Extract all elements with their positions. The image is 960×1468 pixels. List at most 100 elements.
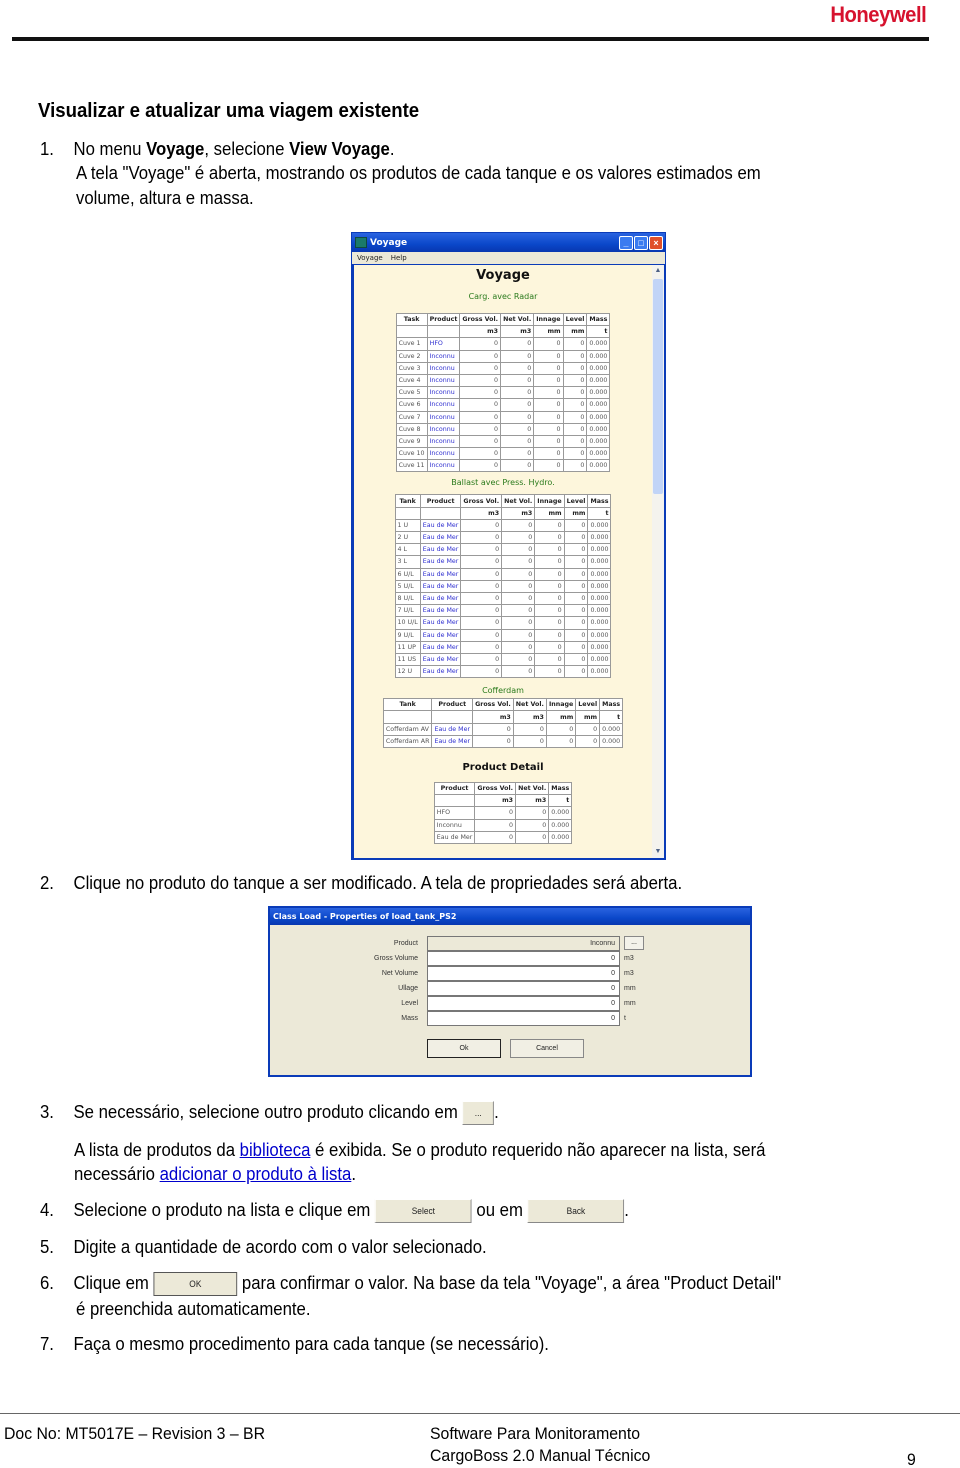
gross-volume-input[interactable]: 0 xyxy=(427,951,620,966)
app-icon xyxy=(355,237,367,248)
column-header: Gross Vol. xyxy=(472,698,514,712)
voyage-window: Voyage _ □ × Voyage Help Voyage Carg. av… xyxy=(351,232,666,860)
table-row: 5 U/L Eau de Mer 0 0 0 0 0.000 xyxy=(394,579,612,593)
value-cell: 0 xyxy=(501,543,536,557)
mass-input[interactable]: 0 xyxy=(427,1011,620,1026)
scroll-thumb[interactable] xyxy=(653,279,663,494)
field-label: Net Volume xyxy=(381,970,418,977)
table-row: 12 U Eau de Mer 0 0 0 0 0.000 xyxy=(394,665,612,679)
column-header: Innage xyxy=(545,698,577,712)
product-link[interactable]: Inconnu xyxy=(426,361,461,375)
maximize-icon[interactable]: □ xyxy=(634,235,648,250)
level-input[interactable]: 0 xyxy=(427,996,620,1011)
product-link[interactable]: Inconnu xyxy=(426,398,461,412)
scroll-up-icon[interactable]: ▲ xyxy=(652,265,664,277)
voyage-title-bar[interactable]: Voyage _ □ × xyxy=(352,233,665,252)
tank-name-cell: 11 UP xyxy=(394,640,421,654)
product-link[interactable]: Eau de Mer xyxy=(419,518,462,533)
value-cell: 0 xyxy=(562,337,588,351)
product-link[interactable]: Inconnu xyxy=(426,386,461,400)
value-cell: 0 xyxy=(533,386,564,400)
product-link[interactable]: Eau de Mer xyxy=(419,652,462,667)
product-link[interactable]: Eau de Mer xyxy=(419,543,462,557)
step-text: Se necessário, selecione outro produto c… xyxy=(73,1102,458,1122)
tank-name-cell: 2 U xyxy=(394,530,421,545)
product-link[interactable]: Inconnu xyxy=(426,434,461,449)
value-cell: 0 xyxy=(563,616,589,630)
value-cell: 0.000 xyxy=(587,591,612,606)
value-cell: 0 xyxy=(501,555,536,569)
unit-cell: m3 xyxy=(459,325,502,339)
table-row: 6 U/L Eau de Mer 0 0 0 0 0.000 xyxy=(394,567,612,581)
column-header: Task xyxy=(395,312,428,327)
vertical-scrollbar[interactable]: ▲ ▼ xyxy=(652,265,664,858)
net-volume-input[interactable]: 0 xyxy=(427,966,620,981)
cargo-section-title: Carg. avec Radar xyxy=(468,292,538,301)
column-header: Mass xyxy=(586,312,611,327)
value-cell: 0.000 xyxy=(587,628,612,642)
menu-voyage[interactable]: Voyage xyxy=(357,254,383,262)
unit-cell: m3 xyxy=(512,710,547,724)
tank-name-cell: 7 U/L xyxy=(394,604,421,618)
table-row: Cuve 8 Inconnu 0 0 0 0 0.000 xyxy=(395,422,611,436)
product-link[interactable]: Inconnu xyxy=(426,447,461,461)
value-cell: 0 xyxy=(474,830,517,844)
scroll-down-icon[interactable]: ▼ xyxy=(652,846,664,858)
product-link[interactable]: Eau de Mer xyxy=(419,591,462,606)
value-cell: 0 xyxy=(500,410,535,424)
product-link[interactable]: Inconnu xyxy=(426,459,461,473)
product-link[interactable]: Eau de Mer xyxy=(419,628,462,642)
field-label: Gross Volume xyxy=(374,955,418,962)
unit-cell: mm xyxy=(533,325,564,339)
value-cell: 0 xyxy=(515,806,550,820)
value-cell: 0 xyxy=(460,555,503,569)
product-link[interactable]: Inconnu xyxy=(426,373,461,388)
value-cell: 0 xyxy=(459,349,502,363)
close-icon[interactable]: × xyxy=(649,235,663,250)
product-link[interactable]: Eau de Mer xyxy=(419,640,462,654)
table-row: Inconnu 0 0 0.000 xyxy=(433,818,573,832)
step-number: 1. xyxy=(40,139,54,159)
product-link[interactable]: Eau de Mer xyxy=(419,530,462,545)
tank-name-cell: 9 U/L xyxy=(394,628,421,642)
add-product-link[interactable]: adicionar o produto à lista xyxy=(160,1164,352,1184)
field-label: Product xyxy=(393,940,418,947)
product-link[interactable]: Eau de Mer xyxy=(419,665,462,679)
product-link[interactable]: Inconnu xyxy=(426,349,461,363)
field-unit: mm xyxy=(624,1000,636,1007)
voyage-heading: Voyage xyxy=(476,268,530,283)
value-cell: 0.000 xyxy=(586,459,611,473)
minimize-icon[interactable]: _ xyxy=(619,235,633,250)
tank-name-cell: Cuve 9 xyxy=(395,434,428,449)
value-cell: 0 xyxy=(545,722,577,736)
product-link[interactable]: Eau de Mer xyxy=(419,567,462,581)
cancel-button[interactable]: Cancel xyxy=(510,1039,584,1058)
ullage-input[interactable]: 0 xyxy=(427,981,620,996)
tank-name-cell: 5 U/L xyxy=(394,579,421,593)
value-cell: 0 xyxy=(459,459,502,473)
menu-help[interactable]: Help xyxy=(391,254,407,262)
product-link[interactable]: Inconnu xyxy=(426,410,461,424)
product-link[interactable]: Eau de Mer xyxy=(419,604,462,618)
library-link[interactable]: biblioteca xyxy=(240,1140,311,1160)
product-link[interactable]: Eau de Mer xyxy=(431,734,474,749)
field-row-gross-volume: Gross Volume 0 m3 xyxy=(270,951,750,966)
value-cell: 0 xyxy=(534,543,565,557)
field-row-mass: Mass 0 t xyxy=(270,1011,750,1026)
product-link[interactable]: Eau de Mer xyxy=(431,722,474,736)
product-link[interactable]: Eau de Mer xyxy=(419,555,462,569)
product-link[interactable]: Inconnu xyxy=(426,422,461,436)
unit-cell: t xyxy=(548,794,573,808)
table-row: Cofferdam AV Eau de Mer 0 0 0 0 0.000 xyxy=(382,722,624,736)
product-link[interactable]: Eau de Mer xyxy=(419,579,462,593)
unit-cell xyxy=(394,506,421,520)
value-cell: 0 xyxy=(501,652,536,667)
ballast-table: Tank Product Gross Vol. Net Vol. Innage Level… xyxy=(394,494,612,679)
units-row: m3 m3 mm mm t xyxy=(395,325,611,339)
product-link[interactable]: HFO xyxy=(426,337,461,351)
product-link[interactable]: Eau de Mer xyxy=(419,616,462,630)
ok-button[interactable]: Ok xyxy=(427,1039,501,1058)
value-cell: 0 xyxy=(459,422,502,436)
table-row: 2 U Eau de Mer 0 0 0 0 0.000 xyxy=(394,530,612,545)
browse-product-button[interactable]: ... xyxy=(624,936,644,950)
